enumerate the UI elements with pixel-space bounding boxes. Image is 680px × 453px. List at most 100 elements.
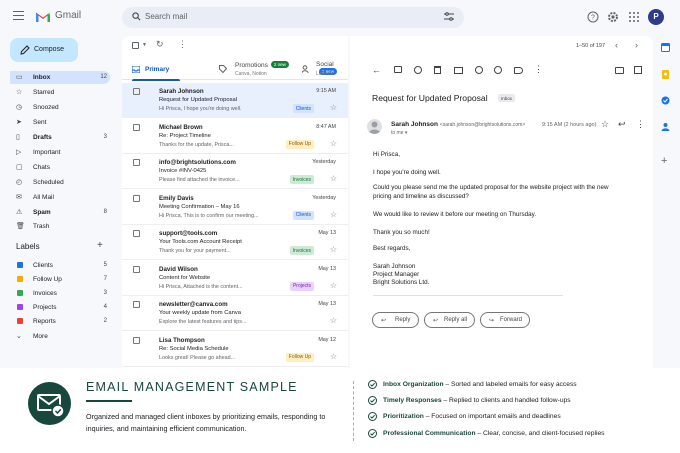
sidebar-more[interactable]: ⌄ More (10, 330, 110, 343)
row-checkbox[interactable] (133, 88, 140, 95)
email-label-chip[interactable]: Clients (292, 210, 314, 220)
sidebar-item-inbox[interactable]: ▭ Inbox 12 (10, 71, 110, 84)
star-icon[interactable]: ☆ (330, 246, 337, 254)
email-label-chip[interactable]: Follow Up (285, 139, 314, 149)
label-invoices[interactable]: Invoices 3 (10, 287, 110, 300)
email-label-chip[interactable]: Invoices (289, 246, 314, 255)
keep-notes-icon[interactable] (661, 70, 670, 79)
select-dropdown-icon[interactable]: ▼ (142, 42, 147, 48)
sidebar-item-chats[interactable]: ▢ Chats (10, 161, 110, 174)
important-icon: ▷ (16, 149, 22, 156)
help-icon[interactable]: ? (587, 11, 599, 23)
calendar-icon[interactable] (661, 43, 670, 52)
star-icon[interactable]: ☆ (330, 104, 337, 112)
email-row[interactable]: Emily Davis Meeting Confirmation – May 16… (122, 190, 348, 225)
reply-icon[interactable]: ↩ (618, 119, 626, 130)
label-count: 3 (103, 290, 107, 296)
sidebar-item-snoozed[interactable]: ◷ Snoozed (10, 101, 110, 114)
email-row[interactable]: newsletter@canva.com Your weekly update f… (122, 296, 348, 331)
reply-button[interactable]: ↩ Reply (372, 312, 419, 328)
tab-primary[interactable]: Primary (122, 58, 212, 81)
contacts-icon[interactable] (661, 122, 670, 131)
add-task-icon[interactable] (494, 66, 502, 74)
sidebar-item-important[interactable]: ▷ Important (10, 146, 110, 159)
row-checkbox[interactable] (133, 301, 140, 308)
delete-icon[interactable] (434, 66, 441, 74)
email-row[interactable]: David Wilson Content for Website Hi Prisca… (122, 261, 348, 296)
star-icon[interactable]: ☆ (330, 139, 337, 148)
next-page-icon[interactable]: › (635, 40, 638, 50)
more-vert-icon[interactable]: ⋮ (534, 64, 543, 75)
open-in-new-window-icon[interactable] (634, 66, 642, 74)
recipient-line[interactable]: to me ▾ (391, 130, 407, 136)
label-icon[interactable] (514, 67, 523, 74)
star-icon[interactable]: ☆ (601, 119, 609, 130)
row-checkbox[interactable] (133, 265, 140, 273)
tasks-icon[interactable] (661, 96, 670, 105)
star-icon[interactable]: ☆ (330, 210, 337, 219)
add-addon-icon[interactable]: + (661, 155, 667, 167)
back-arrow-icon[interactable]: ← (372, 65, 381, 75)
account-avatar[interactable]: P (648, 9, 664, 25)
star-icon[interactable]: ☆ (330, 281, 337, 290)
archive-icon[interactable] (394, 66, 402, 73)
email-label-chip[interactable]: Projects (289, 281, 314, 291)
sidebar-item-scheduled[interactable]: ◴ Scheduled (10, 176, 110, 189)
row-checkbox[interactable] (133, 123, 140, 131)
label-color-icon (17, 290, 23, 296)
email-label-chip[interactable]: Follow Up (285, 352, 314, 362)
sidebar-item-sent[interactable]: ➤ Sent (10, 116, 110, 129)
search-icon[interactable] (132, 12, 141, 21)
row-checkbox[interactable] (133, 194, 140, 202)
prev-page-icon[interactable]: ‹ (615, 40, 618, 50)
row-checkbox[interactable] (133, 336, 140, 344)
apps-grid-icon[interactable] (628, 11, 640, 23)
tab-social[interactable]: Social1 new LinkedIn (302, 58, 348, 80)
label-clients[interactable]: Clients 5 (10, 259, 110, 272)
filter-options-icon[interactable] (444, 12, 454, 21)
tab-promotions[interactable]: Promotions 2 new Canva, Notion (219, 58, 311, 80)
star-icon[interactable]: ☆ (330, 352, 337, 361)
add-label-icon[interactable]: + (97, 240, 103, 251)
row-checkbox[interactable] (133, 159, 140, 166)
email-row[interactable]: Michael Brown Re: Project Timeline Thanks … (122, 119, 348, 154)
sidebar-item-spam[interactable]: ⚠ Spam 8 (10, 206, 110, 219)
more-vert-icon[interactable]: ⋮ (636, 119, 645, 130)
star-icon[interactable]: ☆ (330, 175, 337, 183)
reply-all-button[interactable]: ↩ Reply all (424, 312, 475, 328)
label-projects[interactable]: Projects 4 (10, 301, 110, 314)
label-follow-up[interactable]: Follow Up 7 (10, 273, 110, 286)
folder-chip[interactable]: Inbox (498, 94, 516, 102)
sidebar-item-drafts[interactable]: ▯ Drafts 3 (10, 131, 110, 144)
recipient-dropdown-icon[interactable]: ▾ (405, 130, 408, 136)
email-row[interactable]: support@tools.com Your Tools.com Account … (122, 225, 348, 260)
mark-unread-icon[interactable] (454, 67, 463, 74)
refresh-icon[interactable]: ↻ (156, 39, 164, 50)
email-label-chip[interactable]: Invoices (289, 175, 314, 184)
print-icon[interactable] (615, 67, 624, 74)
settings-gear-icon[interactable] (607, 11, 619, 23)
email-row[interactable]: info@brightsolutions.com Invoice #INV-042… (122, 154, 348, 189)
sidebar-item-count: 12 (100, 74, 107, 80)
email-label-chip[interactable]: Clients (292, 104, 314, 113)
snooze-icon[interactable] (475, 66, 483, 74)
row-checkbox[interactable] (133, 230, 140, 237)
compose-button[interactable]: Compose (10, 38, 78, 62)
more-vert-icon[interactable]: ⋮ (178, 39, 187, 50)
report-spam-icon[interactable] (414, 66, 422, 74)
pagination-count: 1–50 of 197 (576, 43, 606, 49)
star-icon[interactable]: ☆ (330, 317, 337, 325)
email-row[interactable]: Lisa Thompson Re: Social Media Schedule Lo… (122, 332, 348, 367)
search-bar[interactable]: Search mail (122, 7, 464, 28)
sidebar-item-starred[interactable]: ☆ Starred (10, 86, 110, 99)
person-icon (368, 121, 381, 134)
select-all-checkbox[interactable] (132, 42, 139, 49)
menu-icon[interactable] (13, 11, 24, 21)
email-row[interactable]: Sarah Johnson Request for Updated Proposa… (122, 83, 348, 118)
label-reports[interactable]: Reports 2 (10, 315, 110, 328)
sidebar-item-trash[interactable]: 🗑 Trash (10, 220, 110, 233)
search-input[interactable]: Search mail (145, 12, 187, 21)
forward-button[interactable]: ↪ Forward (480, 312, 530, 328)
message-paragraph: We would like to review it before our me… (373, 211, 537, 218)
sidebar-item-all-mail[interactable]: ✉ All Mail (10, 191, 110, 204)
